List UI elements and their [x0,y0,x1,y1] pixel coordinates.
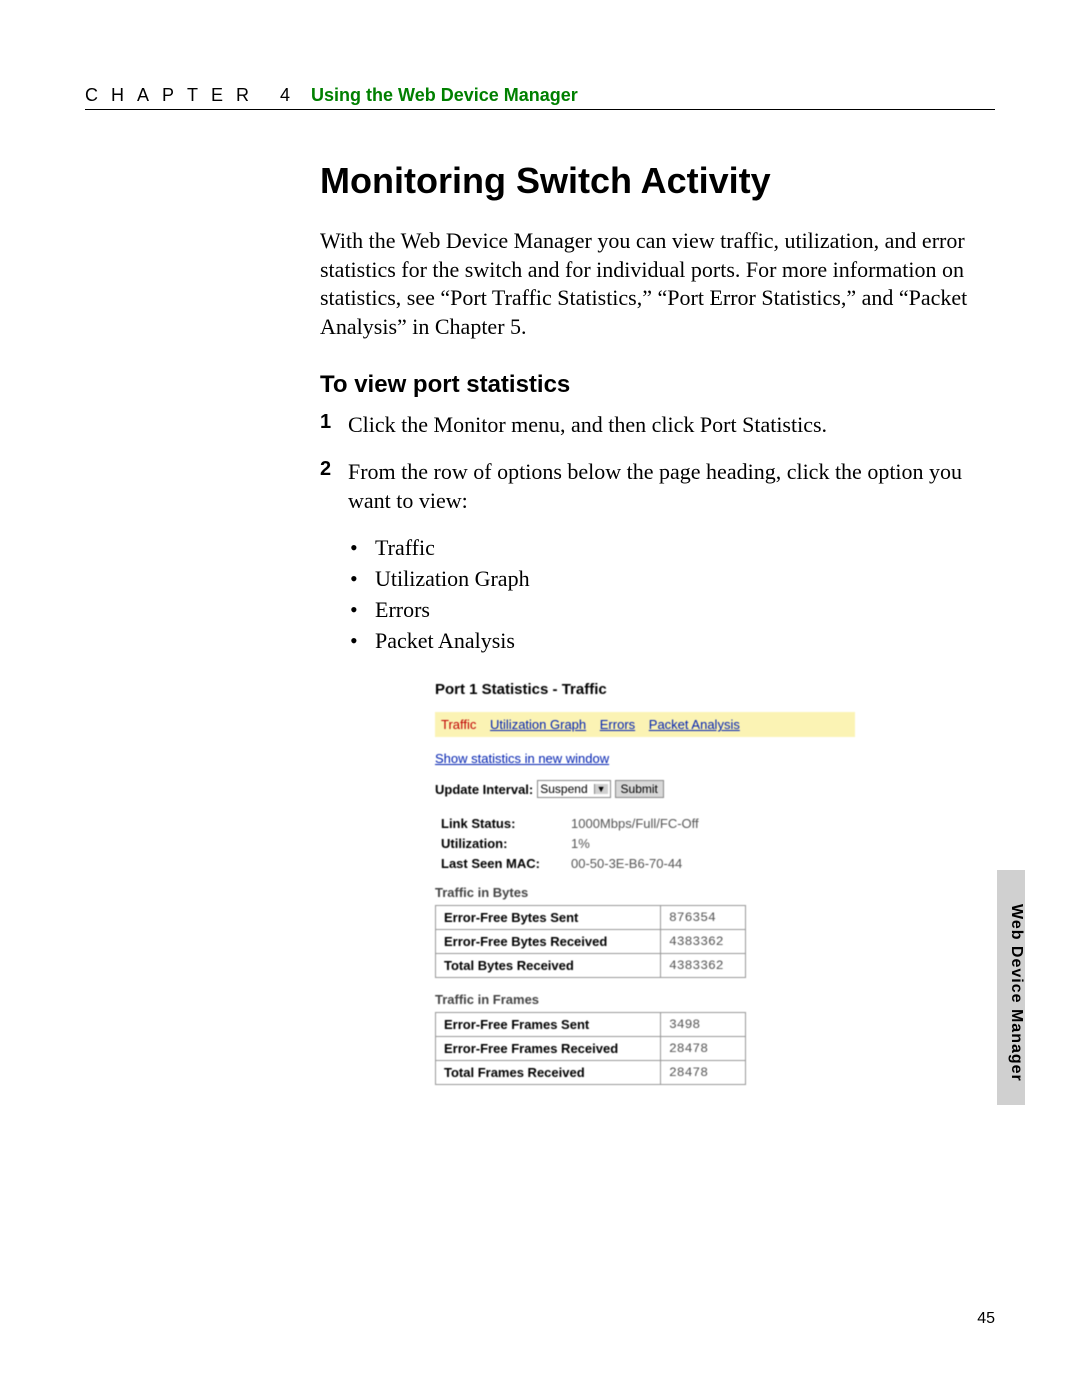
page-header: CHAPTER 4 Using the Web Device Manager [85,85,995,110]
table-row: Error-Free Frames Sent 3498 [436,1013,746,1037]
new-window-link[interactable]: Show statistics in new window [435,751,609,766]
last-mac-value: 00-50-3E-B6-70-44 [571,856,682,871]
bullet-item: Traffic [320,533,990,564]
cell-label: Error-Free Bytes Sent [436,906,661,930]
step-list: 1 Click the Monitor menu, and then click… [320,411,990,515]
status-info: Link Status: 1000Mbps/Full/FC-Off Utiliz… [441,816,855,871]
cell-label: Error-Free Frames Sent [436,1013,661,1037]
table-row: Total Frames Received 28478 [436,1061,746,1085]
frames-section-title: Traffic in Frames [435,992,855,1007]
step-text: From the row of options below the page h… [348,458,990,515]
content-area: Monitoring Switch Activity With the Web … [320,160,990,1085]
table-row: Error-Free Frames Received 28478 [436,1037,746,1061]
screenshot-title: Port 1 Statistics - Traffic [435,681,855,698]
step-item: 1 Click the Monitor menu, and then click… [320,411,990,440]
tab-packet-analysis[interactable]: Packet Analysis [649,717,740,732]
link-status-label: Link Status: [441,816,571,831]
link-status-value: 1000Mbps/Full/FC-Off [571,816,699,831]
cell-value: 4383362 [661,930,746,954]
info-row: Link Status: 1000Mbps/Full/FC-Off [441,816,855,831]
step-number: 1 [320,411,348,440]
table-row: Error-Free Bytes Sent 876354 [436,906,746,930]
info-row: Utilization: 1% [441,836,855,851]
bullet-item: Utilization Graph [320,564,990,595]
submit-button[interactable]: Submit [615,780,664,798]
step-item: 2 From the row of options below the page… [320,458,990,515]
utilization-label: Utilization: [441,836,571,851]
update-interval-row: Update Interval: Suspend ▼ Submit [435,780,855,798]
table-row: Error-Free Bytes Received 4383362 [436,930,746,954]
chevron-down-icon: ▼ [594,784,608,794]
cell-value: 876354 [661,906,746,930]
bullet-item: Packet Analysis [320,626,990,657]
last-mac-label: Last Seen MAC: [441,856,571,871]
update-interval-label: Update Interval: [435,782,533,797]
sub-heading: To view port statistics [320,371,990,399]
cell-value: 4383362 [661,954,746,978]
cell-value: 28478 [661,1037,746,1061]
bullet-list: Traffic Utilization Graph Errors Packet … [320,533,990,656]
cell-value: 28478 [661,1061,746,1085]
frames-table: Error-Free Frames Sent 3498 Error-Free F… [435,1012,746,1085]
tab-errors[interactable]: Errors [600,717,635,732]
cell-label: Total Bytes Received [436,954,661,978]
screenshot-tabs: Traffic Utilization Graph Errors Packet … [435,712,855,737]
chapter-title: Using the Web Device Manager [311,85,578,106]
embedded-screenshot: Port 1 Statistics - Traffic Traffic Util… [435,681,855,1085]
utilization-value: 1% [571,836,590,851]
bytes-table: Error-Free Bytes Sent 876354 Error-Free … [435,905,746,978]
select-value: Suspend [540,782,587,796]
main-heading: Monitoring Switch Activity [320,160,990,202]
step-text: Click the Monitor menu, and then click P… [348,411,827,440]
side-tab: Web Device Manager [997,870,1025,1105]
update-interval-select[interactable]: Suspend ▼ [537,780,610,798]
cell-label: Error-Free Bytes Received [436,930,661,954]
table-row: Total Bytes Received 4383362 [436,954,746,978]
tab-traffic[interactable]: Traffic [441,717,476,732]
bullet-item: Errors [320,595,990,626]
page-number: 45 [977,1310,995,1328]
cell-label: Error-Free Frames Received [436,1037,661,1061]
step-number: 2 [320,458,348,515]
cell-value: 3498 [661,1013,746,1037]
intro-paragraph: With the Web Device Manager you can view… [320,227,990,341]
info-row: Last Seen MAC: 00-50-3E-B6-70-44 [441,856,855,871]
bytes-section-title: Traffic in Bytes [435,885,855,900]
chapter-label: CHAPTER 4 [85,85,303,106]
cell-label: Total Frames Received [436,1061,661,1085]
tab-utilization[interactable]: Utilization Graph [490,717,586,732]
